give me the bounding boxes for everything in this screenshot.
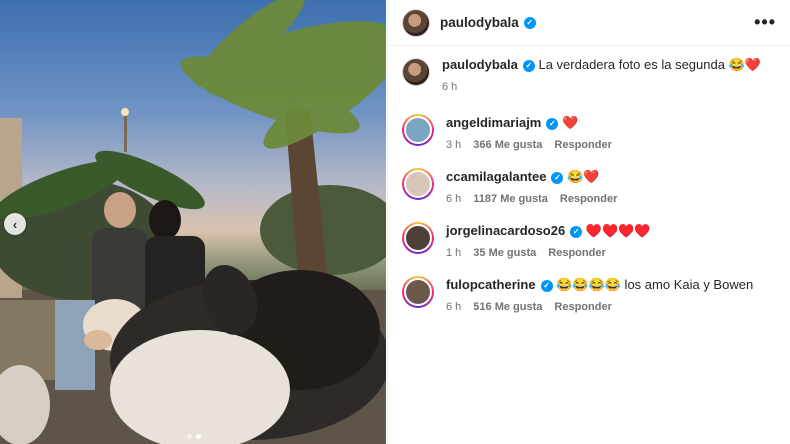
verified-icon: ✓ bbox=[551, 171, 564, 184]
reply-button[interactable]: Responder bbox=[560, 191, 617, 208]
avatar[interactable] bbox=[402, 276, 434, 308]
comment-time[interactable]: 6 h bbox=[446, 191, 461, 208]
post-header: paulodybala ✓ ••• bbox=[388, 0, 790, 46]
comment-username[interactable]: angeldimariajm bbox=[446, 115, 541, 130]
photo-scene bbox=[0, 0, 386, 444]
comments-panel: paulodybala ✓ ••• paulodybala ✓ La verdad… bbox=[387, 0, 790, 444]
more-options-icon[interactable]: ••• bbox=[754, 12, 776, 33]
comment-text: ❤️ bbox=[562, 115, 579, 130]
reply-button[interactable]: Responder bbox=[554, 299, 611, 316]
comment-time[interactable]: 3 h bbox=[446, 137, 461, 154]
comment-text: 😂❤️ bbox=[567, 169, 600, 184]
comment-list: paulodybala ✓ La verdadera foto es la seg… bbox=[388, 46, 790, 326]
carousel-dot bbox=[187, 434, 192, 439]
comment-time[interactable]: 1 h bbox=[446, 245, 461, 262]
caption-text: La verdadera foto es la segunda 😂❤️ bbox=[538, 57, 761, 72]
verified-icon: ✓ bbox=[523, 16, 536, 29]
comment-item: ccamilagalantee ✓ 😂❤️ 6 h 1187 Me gusta R… bbox=[402, 168, 776, 208]
chevron-left-icon: ‹ bbox=[12, 216, 18, 232]
comment-likes[interactable]: 366 Me gusta bbox=[473, 137, 542, 154]
comment-text: ♥️♥️♥️♥️ bbox=[585, 223, 651, 238]
avatar[interactable] bbox=[402, 168, 434, 200]
comment-likes[interactable]: 516 Me gusta bbox=[473, 299, 542, 316]
comment-username[interactable]: ccamilagalantee bbox=[446, 169, 546, 184]
comment-text: 😂😂😂😂 los amo Kaia y Bowen bbox=[556, 277, 754, 292]
post-username[interactable]: paulodybala bbox=[440, 15, 519, 30]
verified-icon: ✓ bbox=[546, 117, 559, 130]
verified-icon: ✓ bbox=[570, 225, 583, 238]
verified-icon: ✓ bbox=[540, 279, 553, 292]
caption-time[interactable]: 6 h bbox=[442, 79, 457, 96]
comment-username[interactable]: fulopcatherine bbox=[446, 277, 536, 292]
reply-button[interactable]: Responder bbox=[554, 137, 611, 154]
avatar[interactable] bbox=[402, 222, 434, 254]
verified-icon: ✓ bbox=[522, 59, 535, 72]
avatar[interactable] bbox=[402, 8, 430, 37]
comment-likes[interactable]: 1187 Me gusta bbox=[473, 191, 548, 208]
carousel-prev-button[interactable]: ‹ bbox=[4, 213, 26, 235]
comment-time[interactable]: 6 h bbox=[446, 299, 461, 316]
carousel-dots bbox=[187, 434, 201, 439]
reply-button[interactable]: Responder bbox=[548, 245, 605, 262]
post-image[interactable]: ‹ bbox=[0, 0, 386, 444]
comment-item: jorgelinacardoso26 ✓ ♥️♥️♥️♥️ 1 h 35 Me g… bbox=[402, 222, 776, 262]
comment-username[interactable]: jorgelinacardoso26 bbox=[446, 223, 565, 238]
caption-username[interactable]: paulodybala bbox=[442, 57, 518, 72]
avatar[interactable] bbox=[402, 58, 430, 86]
comment-item: fulopcatherine ✓ 😂😂😂😂 los amo Kaia y Bowe… bbox=[402, 276, 776, 316]
caption: paulodybala ✓ La verdadera foto es la seg… bbox=[402, 56, 776, 96]
comment-item: angeldimariajm ✓ ❤️ 3 h 366 Me gusta Resp… bbox=[402, 114, 776, 154]
carousel-dot-active bbox=[196, 434, 201, 439]
comment-likes[interactable]: 35 Me gusta bbox=[473, 245, 536, 262]
avatar[interactable] bbox=[402, 114, 434, 146]
